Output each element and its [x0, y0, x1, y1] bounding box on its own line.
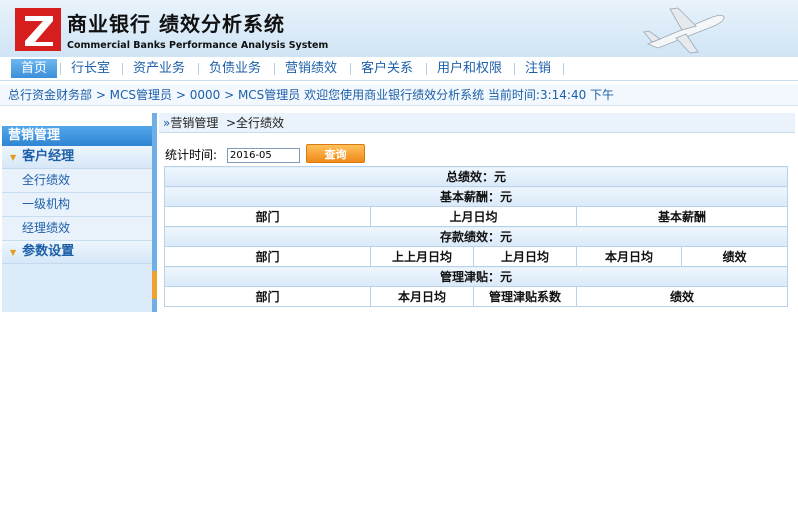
column-header: 管理津贴系数 [473, 286, 577, 307]
app-title: 商业银行 绩效分析系统 [67, 12, 285, 36]
table-row: 基本薪酬：元 [164, 186, 788, 207]
nav-logout[interactable]: 注销 [525, 59, 551, 78]
sidebar-header: 营销管理 [2, 126, 154, 146]
management-allowance-title: 管理津贴：元 [164, 266, 788, 287]
nav-divider [350, 63, 351, 75]
app-header: 商业银行 绩效分析系统 Commercial Banks Performance… [0, 0, 798, 57]
column-header: 基本薪酬 [576, 206, 788, 227]
sidebar-item-primary-institution[interactable]: 一级机构 [2, 193, 154, 217]
table-row: 管理津贴：元 [164, 266, 788, 287]
stat-time-label: 统计时间: [165, 148, 218, 162]
basic-salary-title: 基本薪酬：元 [164, 186, 788, 207]
nav-liability-business[interactable]: 负债业务 [209, 59, 261, 78]
bank-logo [15, 8, 61, 51]
total-performance-title: 总绩效：元 [164, 166, 788, 187]
sidebar: 营销管理 ▼ 客户经理 全行绩效 一级机构 经理绩效 ▼ 参数设置 [2, 126, 154, 312]
column-header: 上月日均 [473, 246, 577, 267]
nav-marketing-performance[interactable]: 营销绩效 [285, 59, 337, 78]
nav-president-office[interactable]: 行长室 [71, 59, 110, 78]
column-header: 本月日均 [370, 286, 474, 307]
column-header: 本月日均 [576, 246, 682, 267]
table-row: 存款绩效：元 [164, 226, 788, 247]
breadcrumb-page: >全行绩效 [226, 116, 285, 130]
airplane-icon [643, 7, 725, 54]
nav-divider [60, 63, 61, 75]
table-row: 部门 本月日均 管理津贴系数 绩效 [164, 286, 788, 307]
table-row: 部门 上月日均 基本薪酬 [164, 206, 788, 227]
app-subtitle: Commercial Banks Performance Analysis Sy… [67, 40, 329, 51]
sidebar-group-account-manager[interactable]: ▼ 客户经理 [2, 146, 154, 169]
nav-customer-relations[interactable]: 客户关系 [361, 59, 413, 78]
sidebar-group-parameter-settings[interactable]: ▼ 参数设置 [2, 241, 154, 264]
triangle-down-icon: ▼ [10, 153, 17, 162]
nav-users-permissions[interactable]: 用户和权限 [437, 59, 502, 78]
sidebar-item-manager-performance[interactable]: 经理绩效 [2, 217, 154, 241]
sidebar-item-bank-performance[interactable]: 全行绩效 [2, 169, 154, 193]
nav-home[interactable]: 首页 [11, 59, 58, 78]
column-header: 绩效 [681, 246, 788, 267]
breadcrumb: »营销管理 >全行绩效 [159, 113, 795, 133]
nav-divider [122, 63, 123, 75]
column-header: 上上月日均 [370, 246, 474, 267]
collapse-handle[interactable] [152, 271, 157, 299]
column-header: 部门 [164, 286, 371, 307]
column-header: 绩效 [576, 286, 788, 307]
main-nav: 首页 行长室 资产业务 负债业务 营销绩效 客户关系 用户和权限 注销 [0, 57, 798, 81]
nav-divider [563, 63, 564, 75]
column-header: 部门 [164, 206, 371, 227]
user-info-bar: 总行资金财务部 > MCS管理员 > 0000 > MCS管理员 欢迎您使用商业… [0, 84, 798, 106]
nav-divider [426, 63, 427, 75]
nav-asset-business[interactable]: 资产业务 [133, 59, 185, 78]
sidebar-group-label: 客户经理 [22, 149, 75, 164]
deposit-performance-title: 存款绩效：元 [164, 226, 788, 247]
table-row: 部门 上上月日均 上月日均 本月日均 绩效 [164, 246, 788, 267]
performance-report-table: 总绩效：元 基本薪酬：元 部门 上月日均 基本薪酬 存款绩效：元 部门 上上月日… [164, 166, 788, 307]
nav-divider [198, 63, 199, 75]
nav-divider [274, 63, 275, 75]
nav-divider [514, 63, 515, 75]
breadcrumb-section: 营销管理 [170, 116, 219, 130]
stat-time-input[interactable] [227, 148, 300, 163]
table-row: 总绩效：元 [164, 166, 788, 187]
triangle-down-icon: ▼ [10, 248, 17, 257]
column-header: 部门 [164, 246, 371, 267]
column-header: 上月日均 [370, 206, 577, 227]
query-button[interactable]: 查询 [306, 144, 365, 163]
sidebar-splitter[interactable] [152, 113, 157, 312]
sidebar-group-label: 参数设置 [22, 244, 75, 259]
